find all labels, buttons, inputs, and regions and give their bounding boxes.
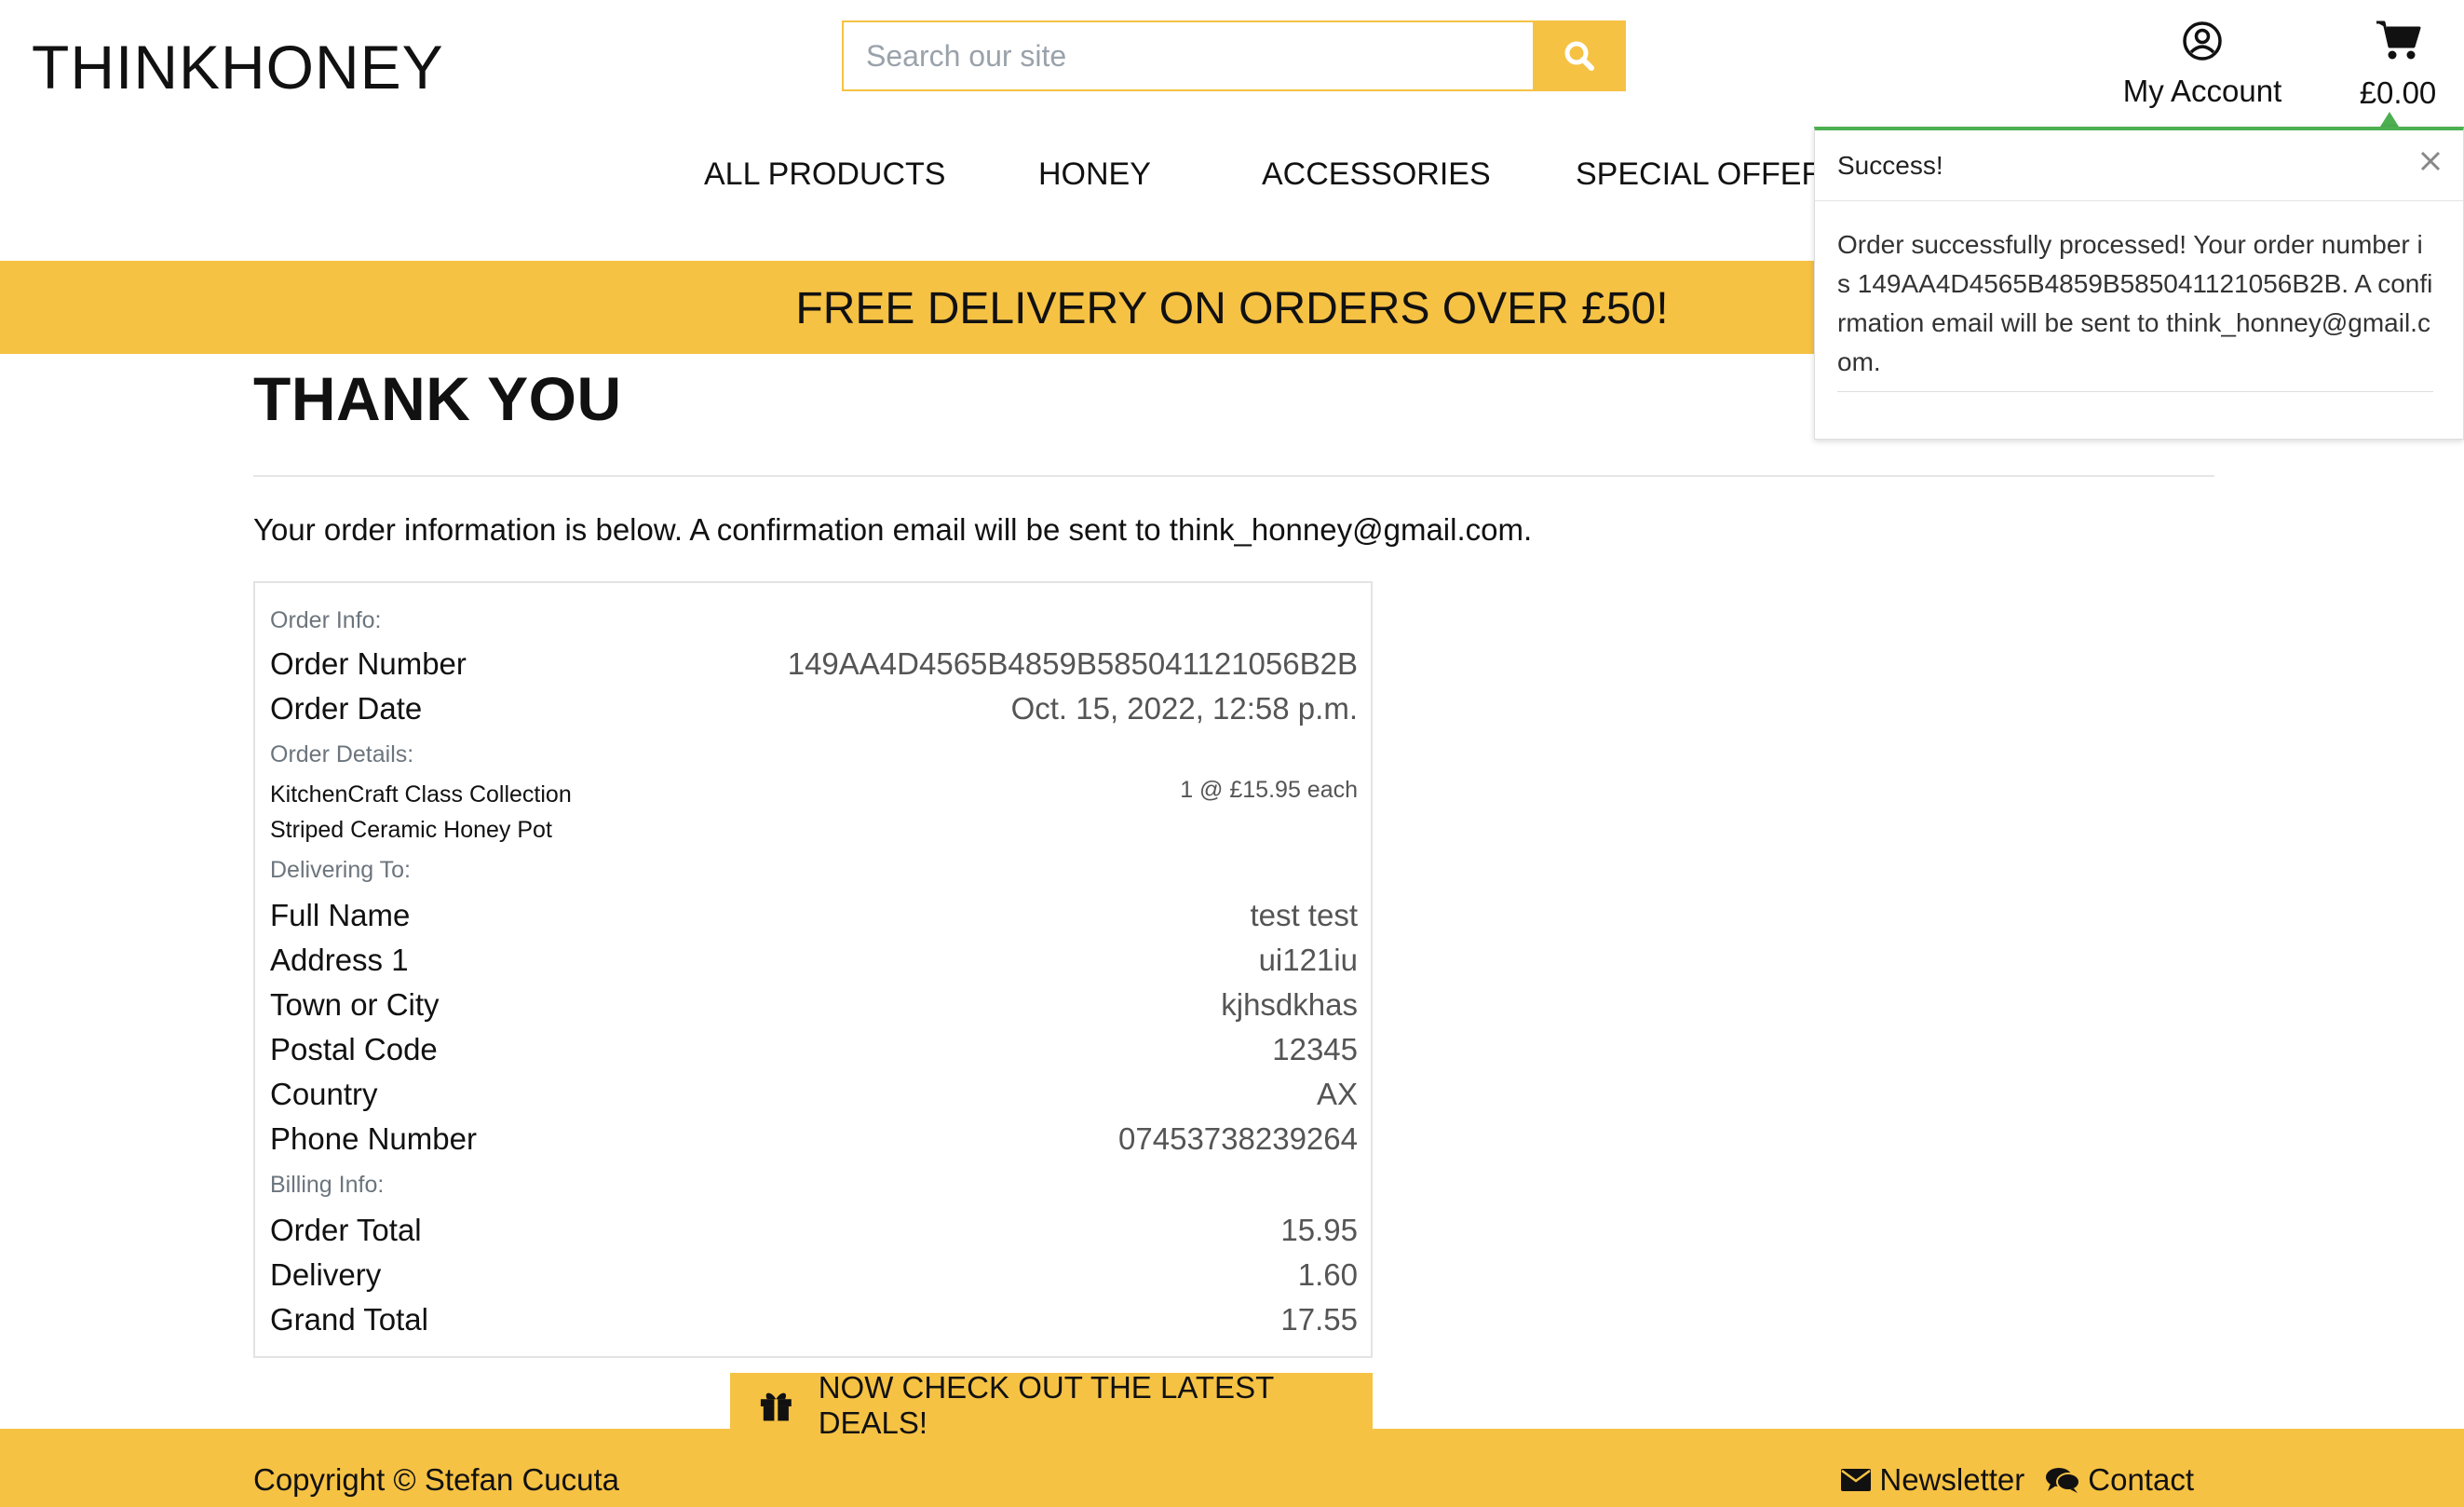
billing-heading: Billing Info:: [270, 1172, 385, 1198]
order-item: KitchenCraft Class Collection Striped Ce…: [270, 777, 572, 848]
footer-links: Newsletter Contact: [1820, 1462, 2194, 1498]
order-summary: Order Info: Order Number 149AA4D4565B485…: [253, 581, 1373, 1358]
order-number-label: Order Number: [270, 646, 467, 681]
order-number-value: 149AA4D4565B4859B585041121056B2B: [787, 646, 1358, 681]
delivery-label: Delivery: [270, 1257, 382, 1292]
title-divider: [253, 475, 2214, 477]
site-logo[interactable]: THINKHONEY: [32, 32, 444, 102]
item-name-line2: Striped Ceramic Honey Pot: [270, 817, 552, 843]
cart-total: £0.00: [2359, 75, 2437, 110]
search-form: [842, 20, 1626, 91]
order-total-value: 15.95: [1280, 1213, 1358, 1247]
page-title: THANK YOU: [253, 364, 622, 433]
search-button[interactable]: [1533, 20, 1626, 91]
envelope-icon: [1841, 1469, 1872, 1491]
toast-message: Order successfully processed! Your order…: [1837, 225, 2433, 392]
phone-label: Phone Number: [270, 1121, 477, 1156]
town-label: Town or City: [270, 987, 440, 1022]
cart-link[interactable]: £0.00: [2347, 19, 2449, 111]
search-icon: [1564, 41, 1594, 71]
delivery-value: 1.60: [1297, 1257, 1358, 1292]
order-date-label: Order Date: [270, 691, 423, 726]
copyright-text: Copyright © Stefan Cucuta: [253, 1462, 620, 1497]
nav-honey[interactable]: HONEY: [1038, 156, 1151, 193]
town-value: kjhsdkhas: [1221, 987, 1358, 1022]
toast-arrow: [2380, 112, 2399, 127]
nav-all-products[interactable]: ALL PRODUCTS: [704, 156, 945, 193]
address1-value: ui121iu: [1258, 943, 1358, 977]
latest-deals-button[interactable]: NOW CHECK OUT THE LATEST DEALS!: [730, 1370, 1373, 1440]
contact-link[interactable]: Contact: [2045, 1462, 2194, 1498]
my-account-label: My Account: [2122, 74, 2282, 108]
search-input[interactable]: [842, 20, 1533, 91]
order-info-heading: Order Info:: [270, 607, 382, 633]
contact-label: Contact: [2088, 1462, 2194, 1497]
grand-total-label: Grand Total: [270, 1302, 428, 1337]
success-toast: Success! Order successfully processed! Y…: [1814, 127, 2464, 440]
country-value: AX: [1316, 1077, 1358, 1111]
postal-code-value: 12345: [1272, 1032, 1358, 1066]
toast-header: Success!: [1815, 130, 2463, 201]
item-quantity-price: 1 @ £15.95 each: [1180, 777, 1358, 803]
my-account-link[interactable]: My Account: [2114, 20, 2291, 109]
order-total-label: Order Total: [270, 1213, 422, 1247]
grand-total-value: 17.55: [1280, 1302, 1358, 1337]
toast-body: Order successfully processed! Your order…: [1815, 201, 2463, 392]
newsletter-label: Newsletter: [1879, 1462, 2025, 1497]
nav-accessories[interactable]: ACCESSORIES: [1262, 156, 1491, 193]
comments-icon: [2046, 1468, 2081, 1493]
order-details-heading: Order Details:: [270, 741, 414, 767]
latest-deals-label: NOW CHECK OUT THE LATEST DEALS!: [818, 1370, 1274, 1440]
postal-code-label: Postal Code: [270, 1032, 438, 1066]
full-name-value: test test: [1250, 898, 1358, 932]
nav-special-offers[interactable]: SPECIAL OFFERS: [1576, 156, 1846, 193]
full-name-label: Full Name: [270, 898, 411, 932]
phone-value: 07453738239264: [1118, 1121, 1358, 1156]
gift-icon: [760, 1392, 792, 1421]
country-label: Country: [270, 1077, 378, 1111]
user-circle-icon: [2183, 21, 2222, 61]
toast-title: Success!: [1837, 151, 1943, 180]
delivery-heading: Delivering To:: [270, 857, 412, 883]
intro-text: Your order information is below. A confi…: [253, 512, 1533, 547]
newsletter-link[interactable]: Newsletter: [1840, 1462, 2024, 1498]
close-icon[interactable]: [2417, 147, 2444, 175]
shopping-cart-icon: [2376, 20, 2421, 60]
item-name-line1: KitchenCraft Class Collection: [270, 781, 572, 808]
order-date-value: Oct. 15, 2022, 12:58 p.m.: [1010, 691, 1358, 726]
address1-label: Address 1: [270, 943, 409, 977]
